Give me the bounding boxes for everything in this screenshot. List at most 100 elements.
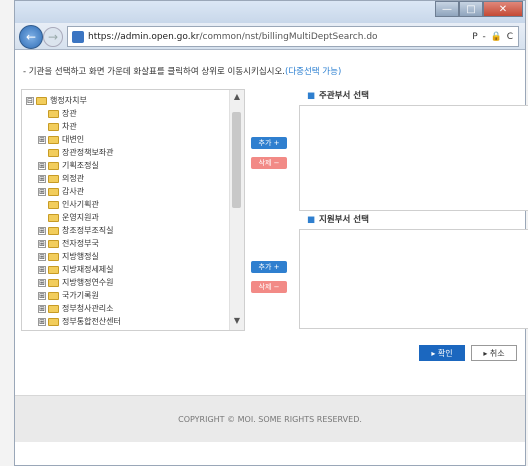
- tree-scrollbar[interactable]: ▲ ▼: [229, 90, 244, 330]
- folder-icon: [48, 304, 59, 313]
- folder-icon: [48, 200, 59, 209]
- tree-item-label: 전자정부국: [62, 239, 99, 248]
- department-tree-panel: ⊟ 행정자치부장관차관 ⊞ 대변인장관정책보좌관 ⊞ 기획조정실 ⊞ 의정관 ⊞ 감사관인사기획관…: [21, 89, 245, 331]
- expand-icon[interactable]: ⊞: [38, 304, 46, 313]
- expand-icon[interactable]: ⊞: [38, 174, 46, 183]
- expand-icon[interactable]: ⊞: [38, 239, 46, 248]
- tree-item[interactable]: 장관: [22, 107, 230, 120]
- folder-icon: [48, 239, 59, 248]
- tree-item[interactable]: 차관: [22, 120, 230, 133]
- expand-icon[interactable]: ⊞: [38, 317, 46, 326]
- support-dept-listbox[interactable]: [299, 229, 528, 329]
- url-host: https://admin.open.go.kr: [88, 31, 200, 42]
- url-path: /common/nst/billingMultiDeptSearch.do: [199, 31, 378, 42]
- support-dept-title: ■ 지원부서 선택: [307, 213, 369, 225]
- forward-button[interactable]: →: [43, 27, 63, 47]
- tree-item-label: 지방행정연수원: [62, 278, 114, 287]
- tree-item-label: 행정자치부: [50, 96, 87, 105]
- tree-item-label: 장관: [62, 109, 77, 118]
- tree-item[interactable]: ⊞ 지방재정세제실: [22, 263, 230, 276]
- tree-item[interactable]: ⊞ 창조정부조직실: [22, 224, 230, 237]
- maximize-button[interactable]: □: [459, 1, 483, 17]
- cancel-button[interactable]: ▸ 취소: [471, 345, 517, 361]
- title-bar: — □ ✕: [15, 1, 525, 23]
- tree-item-label: 이북5도: [62, 329, 89, 330]
- tree-item[interactable]: ⊞ 정부통합전산센터: [22, 315, 230, 328]
- tree-item-label: 의정관: [62, 174, 85, 183]
- expand-icon[interactable]: ⊞: [38, 187, 46, 196]
- collapse-icon[interactable]: ⊟: [26, 96, 34, 105]
- folder-icon: [48, 109, 59, 118]
- browser-window: — □ ✕ ← → https://admin.open.go.kr /comm…: [14, 0, 528, 466]
- instruction-highlight: (다중선택 가능): [285, 67, 342, 77]
- tree-item[interactable]: ⊞ 전자정부국: [22, 237, 230, 250]
- expand-icon[interactable]: ⊞: [38, 265, 46, 274]
- main-dept-listbox[interactable]: [299, 105, 528, 211]
- folder-icon: [48, 331, 59, 332]
- folder-icon: [48, 265, 59, 274]
- folder-icon: [48, 252, 59, 261]
- tree-item-label: 운영지원과: [62, 213, 99, 222]
- tree-item[interactable]: ⊞ 이북5도: [22, 328, 230, 332]
- tree-item[interactable]: ⊞ 지방행정실: [22, 250, 230, 263]
- main-dept-title-text: 주관부서 선택: [319, 91, 369, 101]
- page-content: - 기관을 선택하고 화면 가운데 화살표를 클릭하여 상위로 이동시키십시오.…: [15, 49, 528, 465]
- expand-icon[interactable]: ⊞: [38, 135, 46, 144]
- close-window-button[interactable]: ✕: [483, 1, 523, 17]
- add-main-dept-button[interactable]: 추가 +: [251, 137, 287, 149]
- support-dept-move-buttons: 추가 + 삭제 −: [251, 261, 291, 301]
- tree-item-label: 지방재정세제실: [62, 265, 114, 274]
- url-controls[interactable]: P - 🔒 C: [472, 32, 514, 42]
- tree-item[interactable]: ⊞ 의정관: [22, 172, 230, 185]
- tree-item[interactable]: ⊞ 국가기록원: [22, 289, 230, 302]
- tree-item-label: 장관정책보좌관: [62, 148, 114, 157]
- footer: COPYRIGHT © MOI. SOME RIGHTS RESERVED.: [15, 395, 525, 442]
- tree-item[interactable]: ⊞ 기획조정실: [22, 159, 230, 172]
- site-favicon-icon: [72, 30, 84, 43]
- tree-item-label: 창조정부조직실: [62, 226, 114, 235]
- expand-icon[interactable]: ⊞: [38, 252, 46, 261]
- confirm-button[interactable]: ▸ 확인: [419, 345, 465, 361]
- delete-support-dept-button[interactable]: 삭제 −: [251, 281, 287, 293]
- tree-item[interactable]: ⊟ 행정자치부: [22, 94, 230, 107]
- dialog-actions: ▸ 확인 ▸ 취소: [419, 345, 517, 361]
- expand-icon[interactable]: ⊞: [38, 291, 46, 300]
- folder-icon: [48, 161, 59, 170]
- scroll-thumb[interactable]: [232, 112, 241, 208]
- delete-main-dept-button[interactable]: 삭제 −: [251, 157, 287, 169]
- tree-item-label: 지방행정실: [62, 252, 99, 261]
- tree-item-label: 정부청사관리소: [62, 304, 114, 313]
- expand-icon[interactable]: ⊞: [38, 331, 46, 332]
- back-button[interactable]: ←: [19, 25, 43, 49]
- tree-item[interactable]: ⊞ 감사관: [22, 185, 230, 198]
- main-dept-move-buttons: 추가 + 삭제 −: [251, 137, 291, 177]
- tree-item[interactable]: ⊞ 정부청사관리소: [22, 302, 230, 315]
- tree-item[interactable]: ⊞ 대변인: [22, 133, 230, 146]
- folder-icon: [48, 122, 59, 131]
- folder-icon: [36, 96, 47, 105]
- support-dept-title-text: 지원부서 선택: [319, 215, 369, 225]
- add-support-dept-button[interactable]: 추가 +: [251, 261, 287, 273]
- forward-arrow-icon: →: [47, 30, 59, 44]
- scroll-down-icon[interactable]: ▼: [230, 316, 244, 328]
- tree-item[interactable]: 장관정책보좌관: [22, 146, 230, 159]
- url-input[interactable]: https://admin.open.go.kr /common/nst/bil…: [67, 26, 519, 47]
- window-controls: — □ ✕: [435, 1, 523, 17]
- scroll-up-icon[interactable]: ▲: [230, 92, 244, 104]
- expand-icon[interactable]: ⊞: [38, 161, 46, 170]
- instruction-main: - 기관을 선택하고 화면 가운데 화살표를 클릭하여 상위로 이동시키십시오.: [23, 67, 285, 77]
- tree-item-label: 차관: [62, 122, 77, 131]
- expand-icon[interactable]: ⊞: [38, 278, 46, 287]
- instruction-text: - 기관을 선택하고 화면 가운데 화살표를 클릭하여 상위로 이동시키십시오.…: [23, 65, 341, 77]
- tree-item[interactable]: 운영지원과: [22, 211, 230, 224]
- folder-icon: [48, 213, 59, 222]
- tree-item-label: 국가기록원: [62, 291, 99, 300]
- address-bar: ← → https://admin.open.go.kr /common/nst…: [15, 23, 525, 50]
- tree-item[interactable]: 인사기획관: [22, 198, 230, 211]
- tree-item[interactable]: ⊞ 지방행정연수원: [22, 276, 230, 289]
- tree-item-label: 기획조정실: [62, 161, 99, 170]
- minimize-button[interactable]: —: [435, 1, 459, 17]
- expand-icon[interactable]: ⊞: [38, 226, 46, 235]
- tree-item-label: 인사기획관: [62, 200, 99, 209]
- folder-icon: [48, 317, 59, 326]
